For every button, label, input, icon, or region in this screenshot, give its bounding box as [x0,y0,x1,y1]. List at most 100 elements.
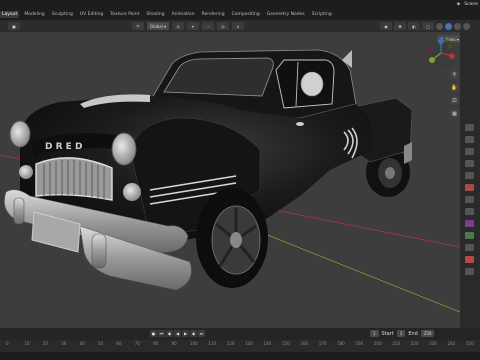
tab-animation[interactable]: Animation [170,11,197,18]
tab-modeling[interactable]: Modeling [22,11,46,18]
timeline-tick-label: 210 [392,341,401,346]
zoom-icon[interactable]: ⚲ [450,70,459,79]
camera-view-icon[interactable]: ⎚ [450,96,459,105]
viewport-nav-controls: ⚲ ✋ ⎚ ▦ [450,70,459,118]
editor-type-group: ▣ [8,22,20,30]
texture-properties-icon[interactable] [465,268,474,275]
timeline-tick-label: 60 [116,341,122,346]
timeline-tick-label: 170 [318,341,327,346]
timeline-tick-label: 80 [153,341,159,346]
timeline-tick-label: 200 [374,341,382,346]
falloff-icon[interactable]: ∧ [232,22,245,30]
left-headlight [9,120,31,148]
start-frame-field[interactable]: 1 [396,330,406,337]
proportional-edit-icon[interactable]: ◎ [217,22,230,30]
next-key-icon[interactable]: ◆ [190,330,197,337]
tab-scripting[interactable]: Scripting [310,11,334,18]
object-properties-icon[interactable] [465,196,474,203]
snap-icon[interactable]: ⌖ [187,22,200,30]
tab-compositing[interactable]: Compositing [230,11,262,18]
viewport-header: ▣ ⤧ Global ▾ ⊙ ⌖ ⋯ ◎ ∧ ◉ ✥ ◐ ▢ [0,20,480,32]
workspace-tabs: Layout Modeling Sculpting UV Editing Tex… [0,9,334,19]
current-frame-field[interactable]: 1 [370,330,379,337]
navigation-gizmo[interactable] [424,36,458,70]
render-properties-icon[interactable] [465,136,474,143]
jump-start-icon[interactable]: ⏮ [158,330,165,337]
end-frame-field[interactable]: 250 [420,330,435,337]
scene-icon: ◈ [456,2,461,7]
timeline-tick-label: 10 [24,341,30,346]
xray-icon[interactable]: ▢ [422,22,434,30]
frame-range: 1 Start 1 End 250 [370,330,435,337]
material-shading-icon[interactable] [454,22,461,30]
data-properties-icon[interactable] [465,244,474,251]
scene-properties-icon[interactable] [465,172,474,179]
timeline-tick-label: 40 [79,341,85,346]
tab-uv-editing[interactable]: UV Editing [78,11,105,18]
gizmo-icon[interactable]: ✥ [394,22,406,30]
wireframe-shading-icon[interactable] [436,22,443,30]
physics-properties-icon[interactable] [465,220,474,227]
timeline-tick-label: 100 [190,341,198,346]
timeline-tick-label: 180 [337,341,345,346]
start-label: Start [381,330,394,337]
play-icon[interactable]: ▶ [182,330,189,337]
scene-selector[interactable]: ◈ Scene [457,2,478,7]
timeline-tick-label: 90 [171,341,177,346]
timeline-tick-label: 50 [98,341,104,346]
transform-tools: ⤧ Global ▾ ⊙ ⌖ ⋯ ◎ ∧ [132,22,245,30]
pivot-icon[interactable]: ⊙ [172,22,185,30]
solid-shading-icon[interactable] [445,22,452,30]
playback-buttons: ● ⏮ ◆ ◀ ▶ ◆ ⏭ [150,330,205,337]
snap-target-icon[interactable]: ⋯ [202,22,215,30]
properties-icon-strip [460,32,480,328]
right-fog-light [123,183,141,201]
rendered-shading-icon[interactable] [463,22,470,30]
right-headlight [111,132,137,166]
viewport-shading-group: ◉ ✥ ◐ ▢ [380,22,470,30]
world-properties-icon[interactable] [465,184,474,191]
tab-rendering[interactable]: Rendering [200,11,227,18]
auto-key-icon[interactable]: ● [150,330,157,337]
output-properties-icon[interactable] [465,148,474,155]
tool-properties-icon[interactable] [465,124,474,131]
timeline-tick-label: 140 [263,341,272,346]
visibility-icon[interactable]: ◉ [380,22,392,30]
material-properties-icon[interactable] [465,256,474,263]
timeline-tick-label: 240 [447,341,456,346]
modifier-properties-icon[interactable] [465,208,474,215]
timeline-tick-label: 0 [6,341,9,346]
prev-key-icon[interactable]: ◆ [166,330,173,337]
door-handle [296,122,304,126]
timeline-tick-label: 150 [282,341,290,346]
tab-shading[interactable]: Shading [144,11,166,18]
3d-viewport[interactable]: D R E D [0,32,460,328]
side-mirror [300,71,324,97]
scene-render: D R E D [0,49,460,313]
overlays-icon[interactable]: ◐ [408,22,420,30]
pan-hand-icon[interactable]: ✋ [450,83,459,92]
transform-orientation-icon[interactable]: ⤧ [132,22,144,30]
tab-geometry-nodes[interactable]: Geometry Nodes [265,11,307,18]
view-layer-properties-icon[interactable] [465,160,474,167]
timeline-tick-label: 30 [61,341,67,346]
timeline-tick-label: 160 [300,341,309,346]
orientation-label: Global [150,23,163,29]
jump-end-icon[interactable]: ⏭ [198,330,205,337]
timeline-tick-label: 20 [42,341,48,346]
timeline-ruler[interactable]: 0 10 20 30 40 50 60 70 80 90 100 110 120 130 140 150 160… [0,341,480,349]
top-bar: Layout Modeling Sculpting UV Editing Tex… [0,0,480,20]
timeline-tick-label: 220 [410,341,419,346]
constraint-properties-icon[interactable] [465,232,474,239]
editor-type-icon[interactable]: ▣ [8,22,20,30]
perspective-grid-icon[interactable]: ▦ [450,109,459,118]
tab-texture-paint[interactable]: Texture Paint [108,11,141,18]
scene-label: Scene [464,2,478,7]
timeline-tick-label: 250 [466,341,474,346]
orientation-dropdown[interactable]: Global ▾ [147,22,170,30]
tab-sculpting[interactable]: Sculpting [50,11,75,18]
front-wheel [196,188,268,288]
tab-layout[interactable]: Layout [0,10,20,18]
timeline-tick-label: 120 [226,341,235,346]
play-reverse-icon[interactable]: ◀ [174,330,181,337]
